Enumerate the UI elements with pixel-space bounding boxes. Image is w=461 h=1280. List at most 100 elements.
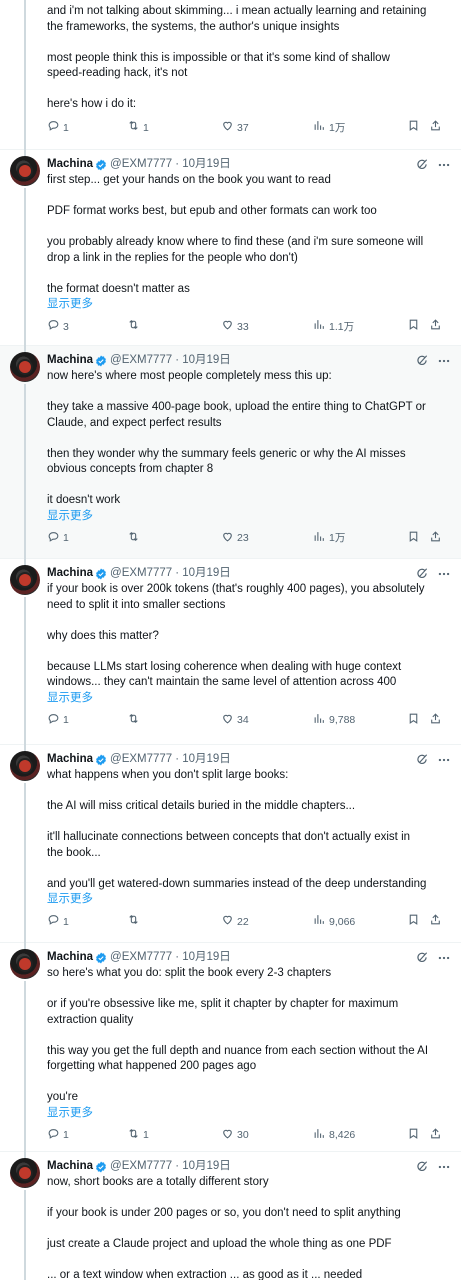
tweet-actions: 1 23 1万 bbox=[47, 528, 451, 550]
author-name[interactable]: Machina bbox=[47, 566, 93, 582]
show-more-link[interactable]: 显示更多 bbox=[47, 509, 451, 525]
reply-button[interactable]: 1 bbox=[47, 1127, 127, 1146]
views-button[interactable]: 1万 bbox=[313, 530, 407, 549]
views-count: 9,066 bbox=[329, 915, 356, 928]
grok-icon[interactable] bbox=[415, 951, 429, 965]
author-handle[interactable]: @EXM7777 bbox=[110, 353, 172, 369]
bookmark-button[interactable] bbox=[407, 119, 429, 138]
repost-count: 1 bbox=[143, 1129, 149, 1142]
repost-icon bbox=[127, 913, 140, 932]
grok-icon[interactable] bbox=[415, 753, 429, 767]
bookmark-button[interactable] bbox=[407, 318, 429, 337]
reply-button[interactable]: 1 bbox=[47, 913, 127, 932]
share-button[interactable] bbox=[429, 318, 442, 337]
more-options-icon[interactable] bbox=[437, 753, 451, 767]
share-button[interactable] bbox=[429, 712, 442, 731]
more-options-icon[interactable] bbox=[437, 951, 451, 965]
tweet-6[interactable]: Machina @EXM7777 · 10月19日 now, short boo… bbox=[0, 1152, 461, 1280]
views-icon bbox=[313, 530, 326, 549]
bookmark-button[interactable] bbox=[407, 530, 429, 549]
bookmark-button[interactable] bbox=[407, 1127, 429, 1146]
text-line: and you'll get watered-down summaries in… bbox=[47, 877, 427, 890]
share-button[interactable] bbox=[429, 1127, 442, 1146]
repost-button[interactable] bbox=[127, 712, 221, 731]
repost-button[interactable] bbox=[127, 318, 221, 337]
reply-icon bbox=[47, 712, 60, 731]
author-handle[interactable]: @EXM7777 bbox=[110, 157, 172, 173]
author-name[interactable]: Machina bbox=[47, 157, 93, 173]
avatar[interactable] bbox=[10, 751, 40, 781]
views-button[interactable]: 1.1万 bbox=[313, 318, 407, 337]
more-options-icon[interactable] bbox=[437, 354, 451, 368]
like-button[interactable]: 34 bbox=[221, 712, 313, 731]
like-button[interactable]: 30 bbox=[221, 1127, 313, 1146]
reply-button[interactable]: 1 bbox=[47, 712, 127, 731]
tweet-2[interactable]: Machina @EXM7777 · 10月19日 now here's whe… bbox=[0, 346, 461, 559]
more-options-icon[interactable] bbox=[437, 158, 451, 172]
thread-connector bbox=[24, 0, 26, 150]
grok-icon[interactable] bbox=[415, 158, 429, 172]
avatar[interactable] bbox=[10, 352, 40, 382]
reply-button[interactable]: 1 bbox=[47, 119, 127, 138]
tweet-actions: 1 1 37 1万 bbox=[47, 118, 451, 140]
tweet-date[interactable]: · 10月19日 bbox=[175, 353, 231, 369]
like-button[interactable]: 23 bbox=[221, 530, 313, 549]
tweet-date[interactable]: · 10月19日 bbox=[175, 566, 231, 582]
author-name[interactable]: Machina bbox=[47, 752, 93, 768]
reply-button[interactable]: 1 bbox=[47, 530, 127, 549]
author-name[interactable]: Machina bbox=[47, 1159, 93, 1175]
show-more-link[interactable]: 显示更多 bbox=[47, 892, 451, 908]
repost-button[interactable]: 1 bbox=[127, 1127, 221, 1146]
text-line: or if you're obsessive like me, split it… bbox=[47, 998, 399, 1010]
tweet-5[interactable]: Machina @EXM7777 · 10月19日 so here's what… bbox=[0, 943, 461, 1152]
tweet-date[interactable]: · 10月19日 bbox=[175, 950, 231, 966]
show-more-link[interactable]: 显示更多 bbox=[47, 297, 451, 313]
views-button[interactable]: 8,426 bbox=[313, 1127, 407, 1146]
more-options-icon[interactable] bbox=[437, 567, 451, 581]
repost-button[interactable]: 1 bbox=[127, 119, 221, 138]
avatar[interactable] bbox=[10, 156, 40, 186]
tweet-fragment-top[interactable]: and i'm not talking about skimming... i … bbox=[0, 0, 461, 150]
author-handle[interactable]: @EXM7777 bbox=[110, 950, 172, 966]
more-options-icon[interactable] bbox=[437, 1160, 451, 1174]
reply-button[interactable]: 3 bbox=[47, 318, 127, 337]
tweet-1[interactable]: Machina @EXM7777 · 10月19日 first step... … bbox=[0, 150, 461, 346]
avatar[interactable] bbox=[10, 1158, 40, 1188]
avatar[interactable] bbox=[10, 949, 40, 979]
tweet-4[interactable]: Machina @EXM7777 · 10月19日 what happens w… bbox=[0, 745, 461, 943]
views-button[interactable]: 1万 bbox=[313, 119, 407, 138]
share-icon bbox=[429, 1127, 442, 1146]
bookmark-button[interactable] bbox=[407, 712, 429, 731]
share-button[interactable] bbox=[429, 119, 442, 138]
grok-icon[interactable] bbox=[415, 354, 429, 368]
tweet-date[interactable]: · 10月19日 bbox=[175, 1159, 231, 1175]
like-button[interactable]: 33 bbox=[221, 318, 313, 337]
author-handle[interactable]: @EXM7777 bbox=[110, 1159, 172, 1175]
text-line: obvious concepts from chapter 8 bbox=[47, 463, 214, 475]
avatar[interactable] bbox=[10, 565, 40, 595]
views-button[interactable]: 9,066 bbox=[313, 913, 407, 932]
show-more-link[interactable]: 显示更多 bbox=[47, 691, 451, 707]
share-button[interactable] bbox=[429, 530, 442, 549]
repost-button[interactable] bbox=[127, 913, 221, 932]
bookmark-button[interactable] bbox=[407, 913, 429, 932]
tweet-header: Machina @EXM7777 · 10月19日 bbox=[47, 352, 451, 369]
views-button[interactable]: 9,788 bbox=[313, 712, 407, 731]
tweet-3[interactable]: Machina @EXM7777 · 10月19日 if your book i… bbox=[0, 559, 461, 745]
tweet-date[interactable]: · 10月19日 bbox=[175, 752, 231, 768]
reply-count: 1 bbox=[63, 121, 69, 134]
like-button[interactable]: 22 bbox=[221, 913, 313, 932]
like-button[interactable]: 37 bbox=[221, 119, 313, 138]
author-handle[interactable]: @EXM7777 bbox=[110, 566, 172, 582]
show-more-link[interactable]: 显示更多 bbox=[47, 1106, 451, 1122]
grok-icon[interactable] bbox=[415, 567, 429, 581]
author-name[interactable]: Machina bbox=[47, 353, 93, 369]
repost-button[interactable] bbox=[127, 530, 221, 549]
tweet-date[interactable]: · 10月19日 bbox=[175, 157, 231, 173]
share-button[interactable] bbox=[429, 913, 442, 932]
verified-badge-icon bbox=[95, 1161, 107, 1173]
author-handle[interactable]: @EXM7777 bbox=[110, 752, 172, 768]
grok-icon[interactable] bbox=[415, 1160, 429, 1174]
author-name[interactable]: Machina bbox=[47, 950, 93, 966]
